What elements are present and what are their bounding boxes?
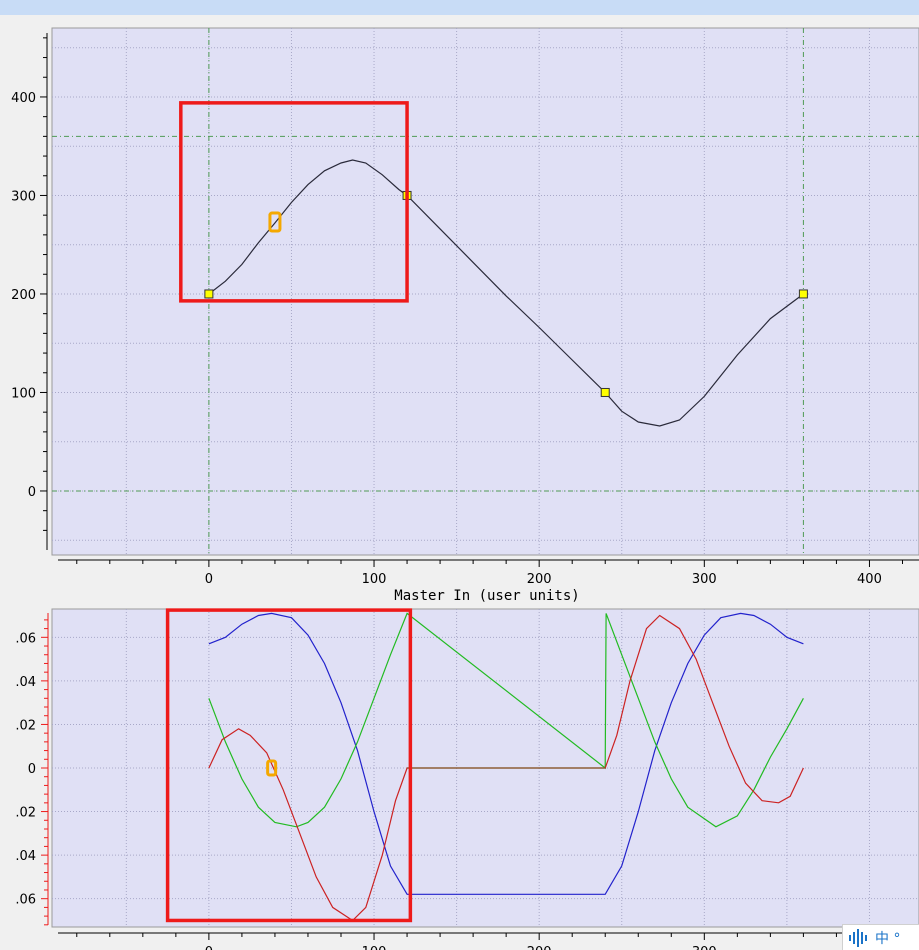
y-tick-label: 0 <box>28 762 36 777</box>
control-point[interactable] <box>204 289 214 299</box>
y-tick-label: .04 <box>15 849 36 864</box>
control-point[interactable] <box>600 387 610 397</box>
y-tick-label: .06 <box>15 631 36 646</box>
y-tick-label: 100 <box>11 386 36 401</box>
x-tick-label: 200 <box>527 945 552 950</box>
chinese-input-icon[interactable]: 中 ° <box>875 928 900 948</box>
control-point[interactable] <box>798 289 808 299</box>
y-tick-label: 0 <box>28 485 36 500</box>
x-tick-label: 300 <box>692 572 717 587</box>
y-tick-label: 300 <box>11 189 36 204</box>
y-tick-label: .06 <box>15 893 36 908</box>
x-tick-label: 300 <box>692 945 717 950</box>
y-tick-label: 200 <box>11 288 36 303</box>
position-chart[interactable]: 0 100 200 300 400 0 100 200 300 400 Master In (us… <box>11 27 919 604</box>
y-tick-label: .02 <box>15 718 36 733</box>
x-tick-label: 0 <box>205 572 213 587</box>
y-tick-label: 400 <box>11 91 36 106</box>
ime-toolbar[interactable]: 中 ° <box>842 924 919 950</box>
voice-bars-icon[interactable] <box>849 928 867 947</box>
x-tick-label: 0 <box>205 945 213 950</box>
x-tick-label: 200 <box>527 572 552 587</box>
y-tick-label: .04 <box>15 675 36 690</box>
x-axis-title: Master In (user units) <box>394 588 579 604</box>
charts-canvas: 0 100 200 300 400 0 100 200 300 400 Master In (us… <box>11 27 919 950</box>
y-tick-label: .02 <box>15 806 36 821</box>
x-tick-label: 400 <box>857 572 882 587</box>
x-tick-label: 100 <box>362 945 387 950</box>
derivative-chart[interactable]: .06 .04 .02 0 .02 .04 .06 0 100 200 300 <box>15 608 919 950</box>
x-tick-label: 100 <box>362 572 387 587</box>
